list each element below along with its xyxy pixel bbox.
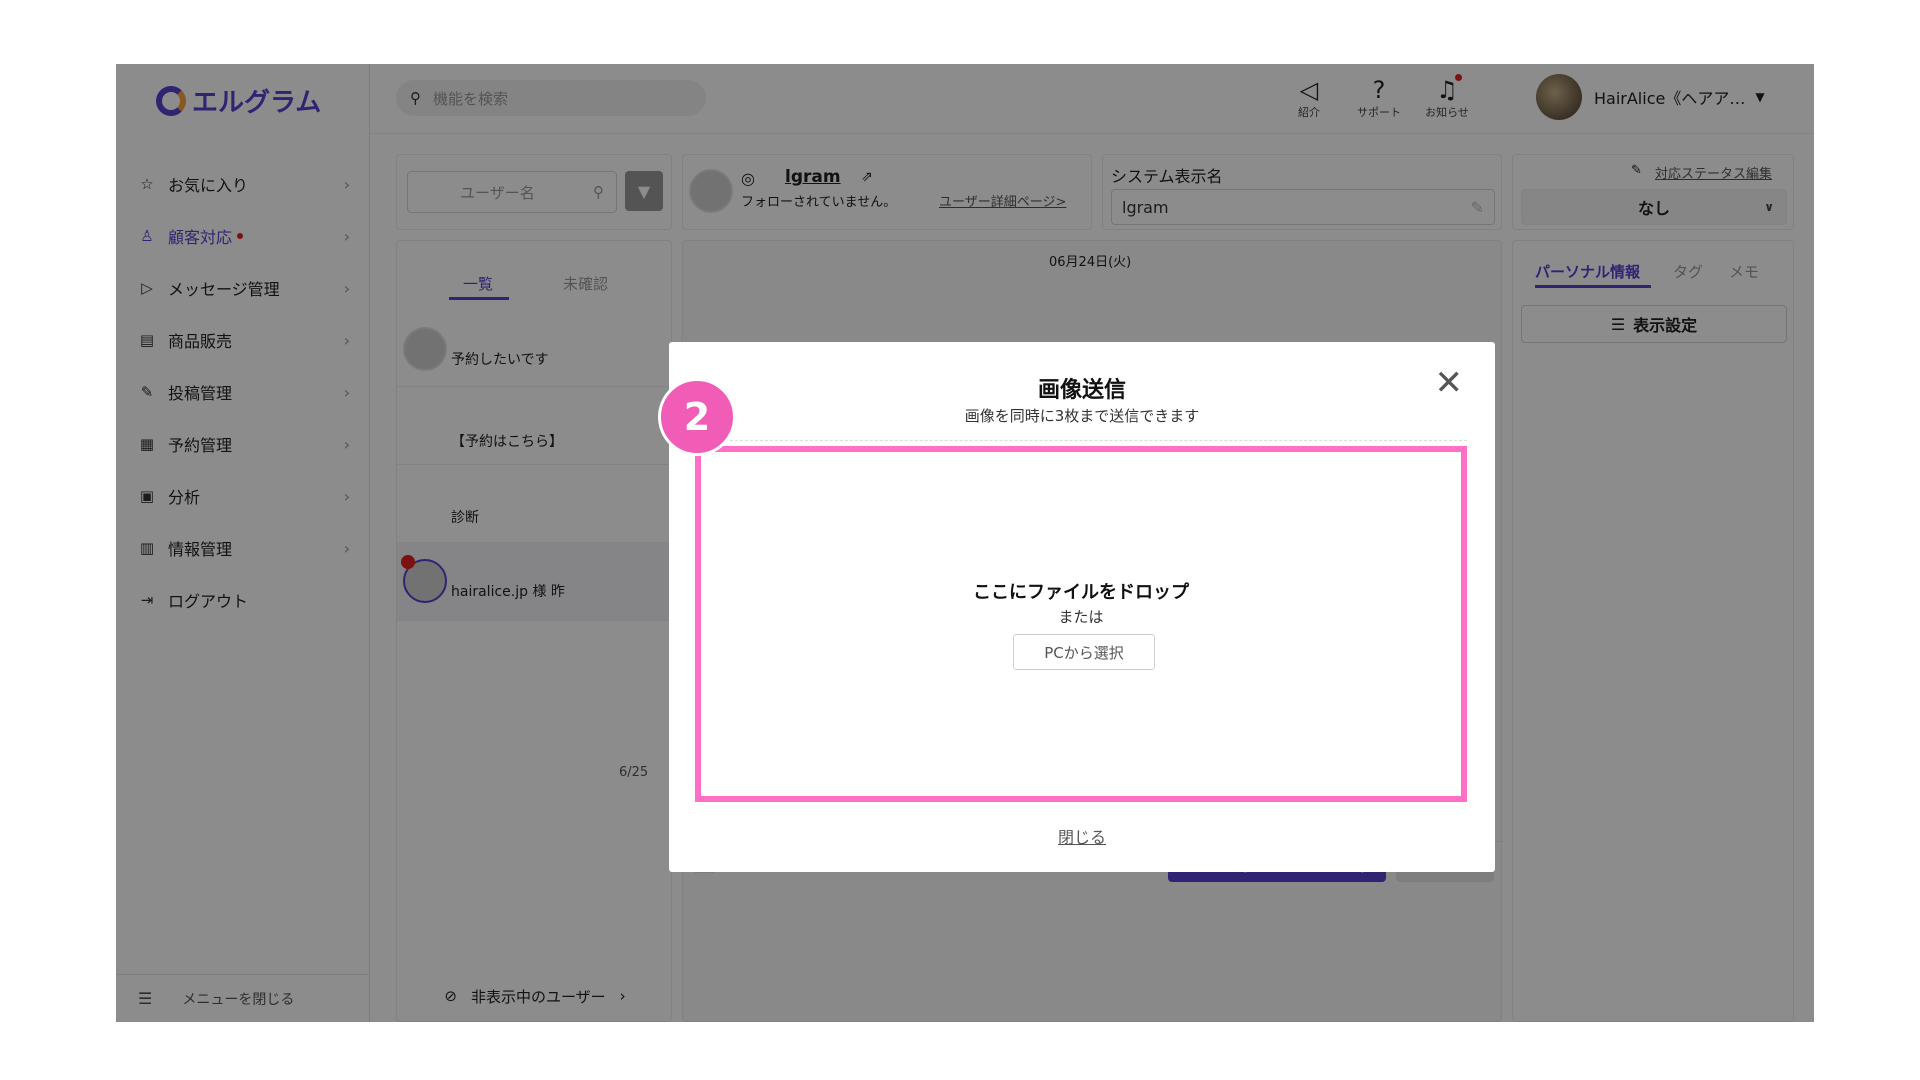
app-window: エルグラム ☆ お気に入り › ♙ 顧客対応 › ▷ メッセージ管理 › ▤ 商… bbox=[116, 64, 1814, 1022]
image-upload-modal: 画像送信 画像を同時に3枚まで送信できます ✕ ここにファイルをドロップ または… bbox=[669, 342, 1495, 872]
select-from-pc-button[interactable]: PCから選択 bbox=[1013, 634, 1155, 670]
file-dropzone[interactable]: ここにファイルをドロップ または PCから選択 bbox=[695, 446, 1467, 802]
or-text: または bbox=[1058, 608, 1104, 626]
close-link[interactable]: 閉じる bbox=[669, 824, 1495, 848]
drop-text: ここにファイルをドロップ bbox=[973, 582, 1189, 603]
modal-title: 画像送信 bbox=[1037, 378, 1126, 403]
divider bbox=[695, 440, 1467, 441]
modal-subtitle: 画像を同時に3枚まで送信できます bbox=[964, 407, 1200, 425]
close-icon[interactable]: ✕ bbox=[1435, 366, 1464, 400]
step-badge: 2 bbox=[658, 378, 736, 456]
